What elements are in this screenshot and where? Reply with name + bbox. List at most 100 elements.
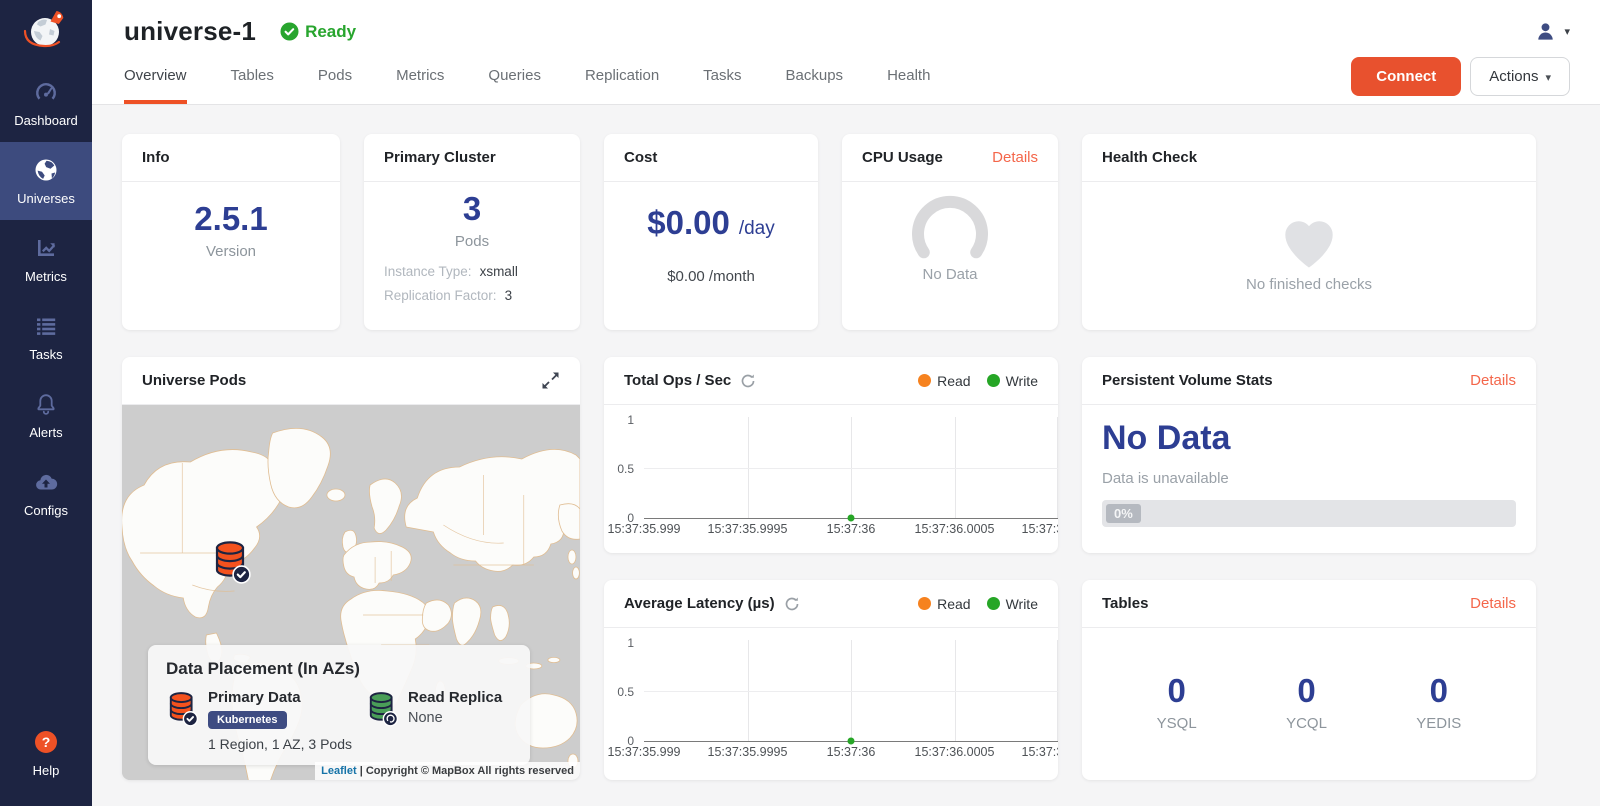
map-attribution: Leaflet | Copyright © MapBox All rights … — [315, 762, 580, 780]
kv-key: Instance Type: — [384, 264, 472, 279]
sidebar: Dashboard Universes Metrics Tasks — [0, 0, 92, 806]
tab-tasks[interactable]: Tasks — [703, 49, 741, 104]
card-title: Cost — [624, 149, 657, 166]
actions-button[interactable]: Actions ▾ — [1470, 57, 1570, 96]
legend-label: Read — [937, 596, 970, 612]
read-replica-database-icon — [366, 689, 398, 727]
pods-count: 3 — [364, 190, 580, 228]
ycql-count: 0 — [1286, 672, 1327, 710]
connect-button[interactable]: Connect — [1351, 57, 1461, 96]
instance-type-row: Instance Type: xsmall — [384, 264, 560, 279]
configs-cloud-upload-icon — [33, 469, 59, 495]
leaflet-link[interactable]: Leaflet — [321, 765, 356, 777]
sidebar-item-metrics[interactable]: Metrics — [0, 220, 92, 298]
sidebar-item-tasks[interactable]: Tasks — [0, 298, 92, 376]
user-avatar-icon — [1534, 20, 1557, 43]
world-map[interactable]: Data Placement (In AZs) Primar — [122, 405, 580, 780]
expand-icon[interactable] — [541, 371, 560, 390]
tables-details-link[interactable]: Details — [1470, 595, 1516, 612]
sidebar-item-configs[interactable]: Configs — [0, 454, 92, 532]
legend-write: Write — [987, 596, 1038, 612]
sidebar-item-help[interactable]: ? Help — [0, 714, 92, 792]
info-card: Info 2.5.1 Version — [122, 134, 340, 330]
read-replica-legend: Read Replica None — [366, 689, 502, 752]
legend-label: Write — [1006, 596, 1038, 612]
refresh-icon[interactable] — [784, 596, 800, 612]
pvs-progress-badge: 0% — [1106, 504, 1141, 523]
tab-replication[interactable]: Replication — [585, 49, 659, 104]
cost-per-month: $0.00 /month — [604, 268, 818, 285]
x-axis-tick: 15:37:35.999 — [608, 522, 681, 536]
x-axis-tick: 15:37:36 — [827, 745, 876, 759]
app-logo[interactable] — [0, 0, 92, 64]
x-axis-tick: 15:37:36.001 — [1022, 522, 1059, 536]
sidebar-item-alerts[interactable]: Alerts — [0, 376, 92, 454]
kv-key: Replication Factor: — [384, 288, 497, 303]
sidebar-item-dashboard[interactable]: Dashboard — [0, 64, 92, 142]
cost-per-day-value: $0.00 — [647, 204, 730, 242]
primary-database-icon — [166, 689, 198, 727]
cpu-details-link[interactable]: Details — [992, 149, 1038, 166]
page-header: universe-1 Ready ▾ Overview Tables Pods … — [92, 0, 1600, 105]
status-badge: Ready — [280, 22, 356, 42]
yedis-label: YEDIS — [1416, 715, 1461, 732]
legend-label: Write — [1006, 373, 1038, 389]
card-title: Universe Pods — [142, 372, 246, 389]
x-axis-tick: 15:37:36.001 — [1022, 745, 1059, 759]
dashboard-content: Info 2.5.1 Version Primary Cluster 3 Pod… — [92, 105, 1600, 780]
tasks-list-icon — [33, 313, 59, 339]
cpu-usage-card: CPU Usage Details No Data — [842, 134, 1058, 330]
sidebar-item-label: Dashboard — [14, 113, 78, 128]
chart-data-point — [848, 515, 855, 522]
write-dot-icon — [987, 597, 1000, 610]
tab-health[interactable]: Health — [887, 49, 930, 104]
tab-tables[interactable]: Tables — [231, 49, 274, 104]
user-menu[interactable]: ▾ — [1534, 20, 1570, 43]
status-check-icon — [280, 22, 299, 41]
sidebar-item-label: Help — [33, 763, 60, 778]
chart-plot: 1 0.5 0 — [604, 636, 1058, 742]
ysql-count: 0 — [1157, 672, 1197, 710]
legend-write: Write — [987, 373, 1038, 389]
tab-metrics[interactable]: Metrics — [396, 49, 444, 104]
sidebar-item-universes[interactable]: Universes — [0, 142, 92, 220]
x-axis-tick: 15:37:36 — [827, 522, 876, 536]
cost-unit: /day — [739, 218, 775, 240]
plot-area — [644, 417, 1058, 519]
tab-overview[interactable]: Overview — [124, 49, 187, 104]
help-question-icon: ? — [33, 729, 59, 755]
x-axis-tick: 15:37:36.0005 — [915, 522, 995, 536]
tab-backups[interactable]: Backups — [786, 49, 844, 104]
tab-queries[interactable]: Queries — [488, 49, 541, 104]
card-title: Tables — [1102, 595, 1148, 612]
actions-button-label: Actions — [1489, 68, 1538, 85]
sidebar-item-label: Configs — [24, 503, 68, 518]
primary-data-map-marker[interactable] — [211, 538, 251, 589]
primary-data-label: Primary Data — [208, 689, 352, 706]
legend-label: Read — [937, 373, 970, 389]
page-title: universe-1 — [124, 16, 256, 47]
refresh-icon[interactable] — [740, 373, 756, 389]
heart-icon — [1271, 204, 1347, 270]
tab-pods[interactable]: Pods — [318, 49, 352, 104]
svg-text:?: ? — [42, 734, 51, 750]
yedis-count: 0 — [1416, 672, 1461, 710]
primary-cluster-card: Primary Cluster 3 Pods Instance Type: xs… — [364, 134, 580, 330]
main-area: universe-1 Ready ▾ Overview Tables Pods … — [92, 0, 1600, 806]
sidebar-item-label: Tasks — [29, 347, 62, 362]
cpu-gauge-icon — [895, 194, 1005, 266]
metrics-chart-icon — [33, 235, 59, 261]
y-axis-tick: 0.5 — [604, 685, 634, 699]
card-title: Info — [142, 149, 170, 166]
y-axis-tick: 1 — [604, 636, 634, 650]
x-axis-labels: 15:37:35.999 15:37:35.9995 15:37:36 15:3… — [644, 522, 1058, 542]
primary-data-summary: 1 Region, 1 AZ, 3 Pods — [208, 736, 352, 752]
plot-area — [644, 640, 1058, 742]
pvs-progress-bar: 0% — [1102, 500, 1516, 527]
data-placement-panel: Data Placement (In AZs) Primar — [148, 645, 530, 765]
ycql-label: YCQL — [1286, 715, 1327, 732]
pvs-details-link[interactable]: Details — [1470, 372, 1516, 389]
chevron-down-icon: ▾ — [1545, 72, 1551, 84]
sidebar-item-label: Metrics — [25, 269, 67, 284]
x-axis-tick: 15:37:35.9995 — [708, 522, 788, 536]
